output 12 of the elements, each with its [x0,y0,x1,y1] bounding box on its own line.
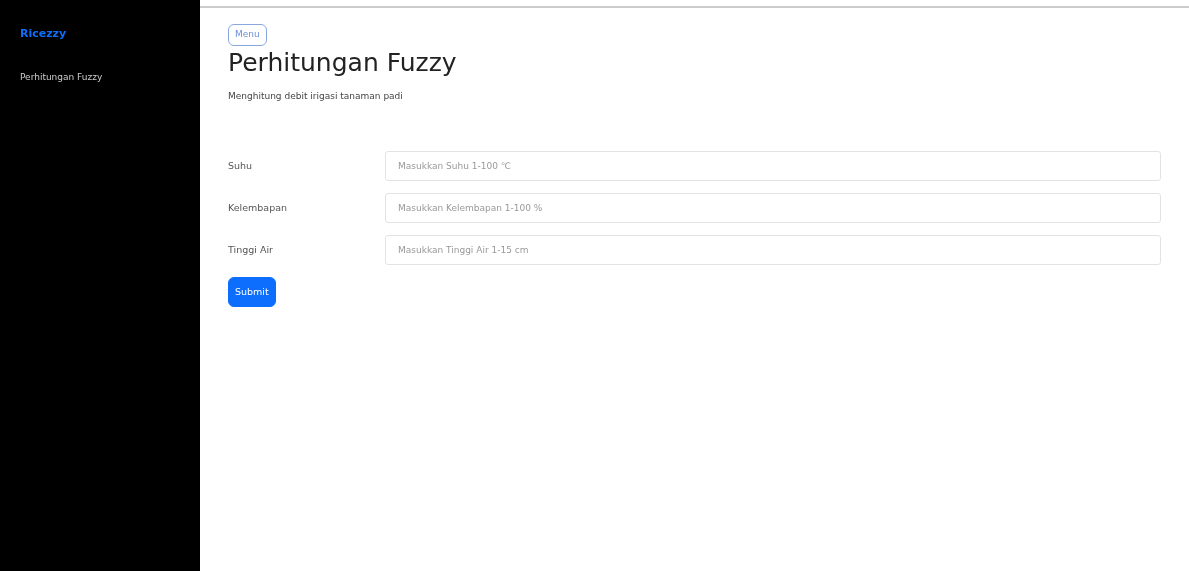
submit-button[interactable]: Submit [228,277,276,308]
menu-button[interactable]: Menu [228,24,267,46]
page-title: Perhitungan Fuzzy [228,47,458,78]
sidebar-item[interactable]: Perhitungan Fuzzy [20,70,103,84]
field-label: Kelembapan [228,200,289,215]
field-label: Suhu [228,158,254,173]
page-subtitle: Menghitung debit irigasi tanaman padi [228,89,404,103]
field-label: Tinggi Air [228,242,274,257]
brand-name[interactable]: Ricezzy [20,26,180,43]
input-field[interactable]: Masukkan Suhu 1-100 ℃ [385,151,1161,181]
input-field[interactable]: Masukkan Kelembapan 1-100 % [385,193,1161,223]
input-field[interactable]: Masukkan Tinggi Air 1-15 cm [385,235,1161,265]
